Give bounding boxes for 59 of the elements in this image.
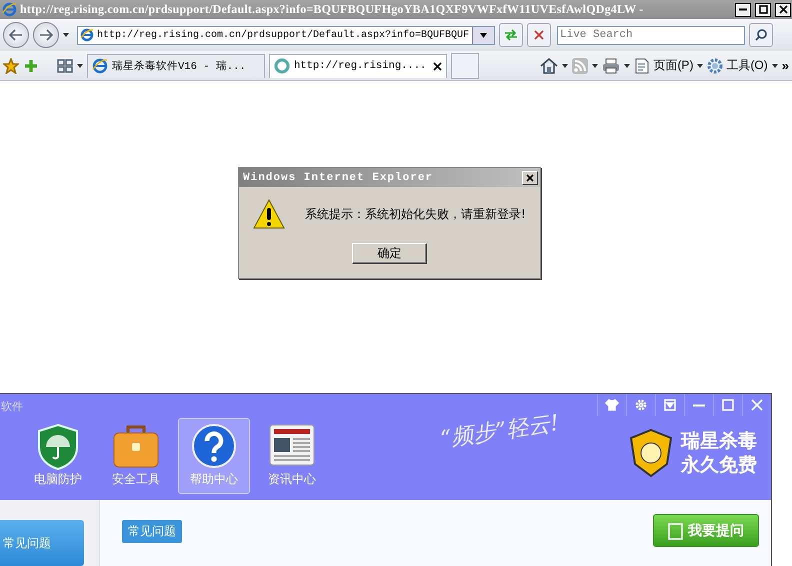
edit-icon: [668, 522, 684, 540]
app-title: 软件: [1, 399, 23, 414]
search-field[interactable]: Live Search: [557, 26, 745, 44]
slogan-text: “频步”轻云!: [438, 410, 561, 454]
stop-button[interactable]: [527, 23, 551, 47]
search-button[interactable]: [749, 23, 773, 47]
ok-button[interactable]: 确定: [352, 243, 427, 264]
ie-logo-icon: [2, 2, 17, 17]
shield-umbrella-icon: [36, 423, 80, 471]
page-icon: [634, 58, 650, 74]
newspaper-icon: [268, 423, 316, 467]
section-tag: 常见问题: [122, 520, 182, 543]
dropdown-box-icon: [664, 399, 676, 411]
warning-icon: [253, 199, 285, 229]
brand-text: 瑞星杀毒: [681, 429, 757, 453]
search-icon: [755, 29, 767, 41]
window-title: http://reg.rising.com.cn/prdsupport/Default.aspx?info=BQUFBQUFHgoYBA1QXF9VWFxfW11UVEsfAwlQDg4LW -: [20, 2, 644, 17]
refresh-arrows-icon: [504, 29, 518, 41]
maximize-icon: [758, 5, 768, 14]
maximize-button[interactable]: [755, 2, 771, 16]
minimize-button[interactable]: [735, 2, 751, 16]
dialog-message: 系统提示：系统初始化失败，请重新登录!: [305, 206, 526, 222]
close-tab-icon[interactable]: [433, 62, 442, 70]
minimize-icon: [739, 8, 747, 11]
dialog-title: Windows Internet Explorer: [243, 172, 434, 184]
close-icon: [778, 5, 788, 14]
ie-logo-icon: [80, 28, 94, 42]
forward-arrow-icon: [39, 29, 53, 41]
address-field[interactable]: http://reg.rising.com.cn/prdsupport/Default.aspx?info=BQUFBQUF: [77, 26, 495, 44]
brand-text: 永久免费: [681, 453, 757, 477]
overflow-chevron[interactable]: »: [782, 58, 789, 73]
browser-tab[interactable]: 瑞星杀毒软件V16 - 瑞...: [87, 54, 265, 78]
stop-icon: [534, 30, 544, 40]
add-favorite-icon[interactable]: [23, 58, 39, 74]
browser-tab[interactable]: http://reg.rising....: [269, 54, 447, 78]
loading-icon: [274, 58, 290, 74]
maximize-icon: [722, 399, 734, 411]
lion-logo-icon: [629, 428, 673, 478]
help-icon: [191, 423, 237, 469]
toolbox-icon: [112, 423, 160, 469]
minimize-icon: [693, 404, 705, 406]
tools-menu-button[interactable]: 工具(O): [707, 57, 768, 74]
refresh-button[interactable]: [499, 23, 523, 47]
ie-logo-icon: [92, 58, 108, 74]
close-button[interactable]: [775, 2, 791, 16]
tab-grid-icon[interactable]: [57, 58, 73, 72]
gear-icon: [707, 58, 724, 74]
printer-icon[interactable]: [602, 58, 620, 74]
home-icon[interactable]: [540, 58, 558, 74]
shirt-icon: [605, 399, 619, 411]
dropdown-arrow-icon[interactable]: [480, 32, 488, 38]
back-arrow-icon: [9, 29, 23, 41]
settings-icon: [635, 399, 647, 411]
close-icon: [526, 174, 534, 182]
page-menu-button[interactable]: 页面(P): [634, 57, 694, 74]
back-button[interactable]: [3, 22, 29, 48]
forward-button[interactable]: [33, 22, 59, 48]
star-icon[interactable]: [3, 58, 19, 74]
close-icon: [751, 399, 763, 411]
